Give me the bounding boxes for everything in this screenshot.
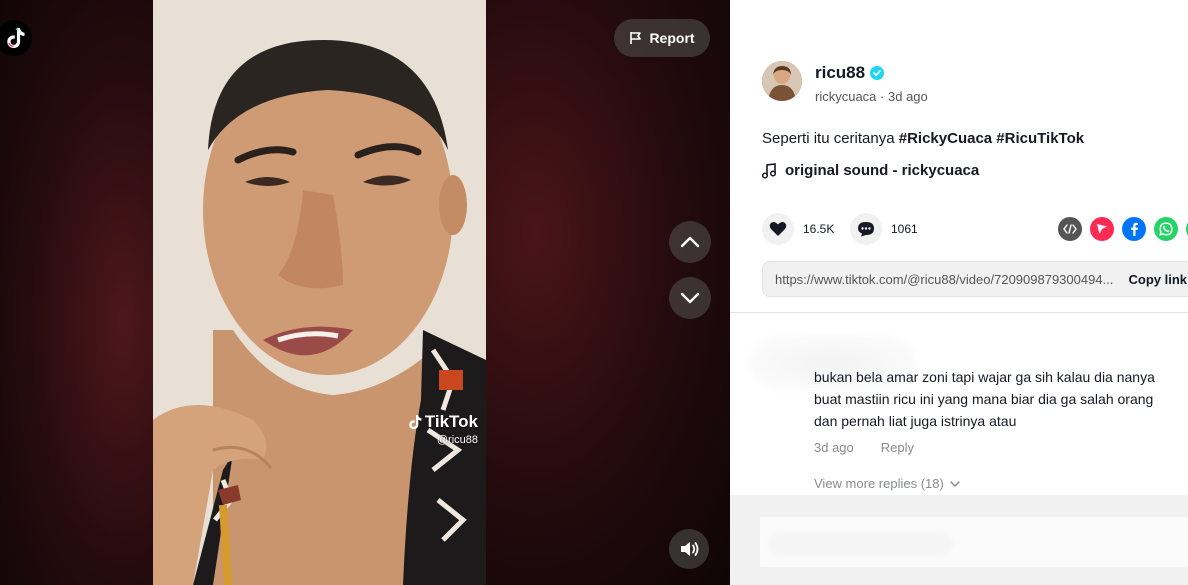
video-link-text: https://www.tiktok.com/@ricu88/video/720… [775, 271, 1114, 287]
report-button[interactable]: Report [614, 19, 710, 57]
video-link-box[interactable]: https://www.tiktok.com/@ricu88/video/720… [762, 261, 1188, 297]
sound-link[interactable]: original sound - rickycuaca [762, 162, 979, 179]
send-button[interactable] [1090, 217, 1114, 241]
like-button[interactable] [762, 213, 794, 245]
chevron-down-icon [950, 480, 960, 487]
video-caption: Seperti itu ceritanya #RickyCuaca #RicuT… [762, 130, 1084, 147]
flag-icon [630, 32, 642, 44]
subline-separator: · [880, 89, 888, 104]
caption-hashtags[interactable]: #RickyCuaca #RicuTikTok [899, 130, 1084, 147]
comment-input[interactable] [760, 517, 1188, 567]
comment-time: 3d ago [814, 440, 854, 455]
copy-link-button[interactable]: Copy link [1128, 272, 1187, 287]
author-username[interactable]: ricu88 [815, 63, 885, 83]
music-note-icon [762, 162, 776, 179]
volume-icon [681, 542, 699, 556]
username-text: ricu88 [815, 63, 866, 82]
whatsapp-icon [1159, 222, 1173, 236]
author-avatar[interactable] [762, 61, 802, 101]
view-more-replies-button[interactable]: View more replies (18) [814, 476, 960, 491]
author-subline: rickycuaca · 3d ago [815, 89, 928, 104]
heart-icon [769, 222, 787, 236]
facebook-share-button[interactable] [1122, 217, 1146, 241]
video-blur-left [0, 0, 153, 585]
video-frame[interactable]: TikTok @ricu88 [153, 0, 486, 585]
send-icon [1097, 224, 1107, 234]
verified-badge-icon [870, 66, 885, 80]
chevron-down-icon [680, 292, 700, 304]
video-content-illustration [153, 0, 486, 585]
more-replies-label: View more replies (18) [814, 476, 944, 491]
comment-input-bar [730, 495, 1188, 585]
caption-text: Seperti itu ceritanya [762, 130, 895, 147]
whatsapp-share-button[interactable] [1154, 217, 1178, 241]
report-label: Report [649, 30, 695, 46]
previous-video-button[interactable] [669, 221, 711, 263]
comment-meta: 3d ago Reply [814, 440, 914, 455]
page: TikTok @ricu88 Report ricu88 rickycuaca … [0, 0, 1188, 585]
comment-icon [858, 222, 874, 237]
sound-name: original sound - rickycuaca [785, 162, 980, 179]
reply-button[interactable]: Reply [881, 440, 914, 455]
embed-button[interactable] [1058, 217, 1082, 241]
volume-button[interactable] [669, 529, 709, 569]
video-player[interactable]: TikTok @ricu88 Report [0, 0, 730, 585]
watermark-handle: @ricu88 [436, 434, 478, 446]
post-time: 3d ago [888, 89, 928, 104]
next-video-button[interactable] [669, 277, 711, 319]
comment-action[interactable]: 1061 [850, 213, 918, 245]
like-count: 16.5K [803, 222, 835, 236]
comment-text: bukan bela amar zoni tapi wajar ga sih k… [814, 369, 1155, 429]
author-nickname: rickycuaca [815, 89, 877, 104]
video-detail-panel: ricu88 rickycuaca · 3d ago Seperti itu c… [730, 0, 1188, 585]
comment-count: 1061 [891, 222, 918, 236]
watermark-logo: TikTok [406, 412, 478, 432]
chevron-up-icon [680, 236, 700, 248]
avatar-image [762, 61, 802, 101]
comment-button[interactable] [850, 213, 882, 245]
like-action[interactable]: 16.5K [762, 213, 834, 245]
blurred-input-placeholder [768, 532, 953, 556]
video-watermark: TikTok @ricu88 [406, 412, 478, 446]
embed-icon [1063, 224, 1077, 234]
facebook-icon [1131, 222, 1138, 236]
watermark-tiktok-icon [409, 414, 422, 429]
watermark-brand: TikTok [424, 412, 478, 431]
